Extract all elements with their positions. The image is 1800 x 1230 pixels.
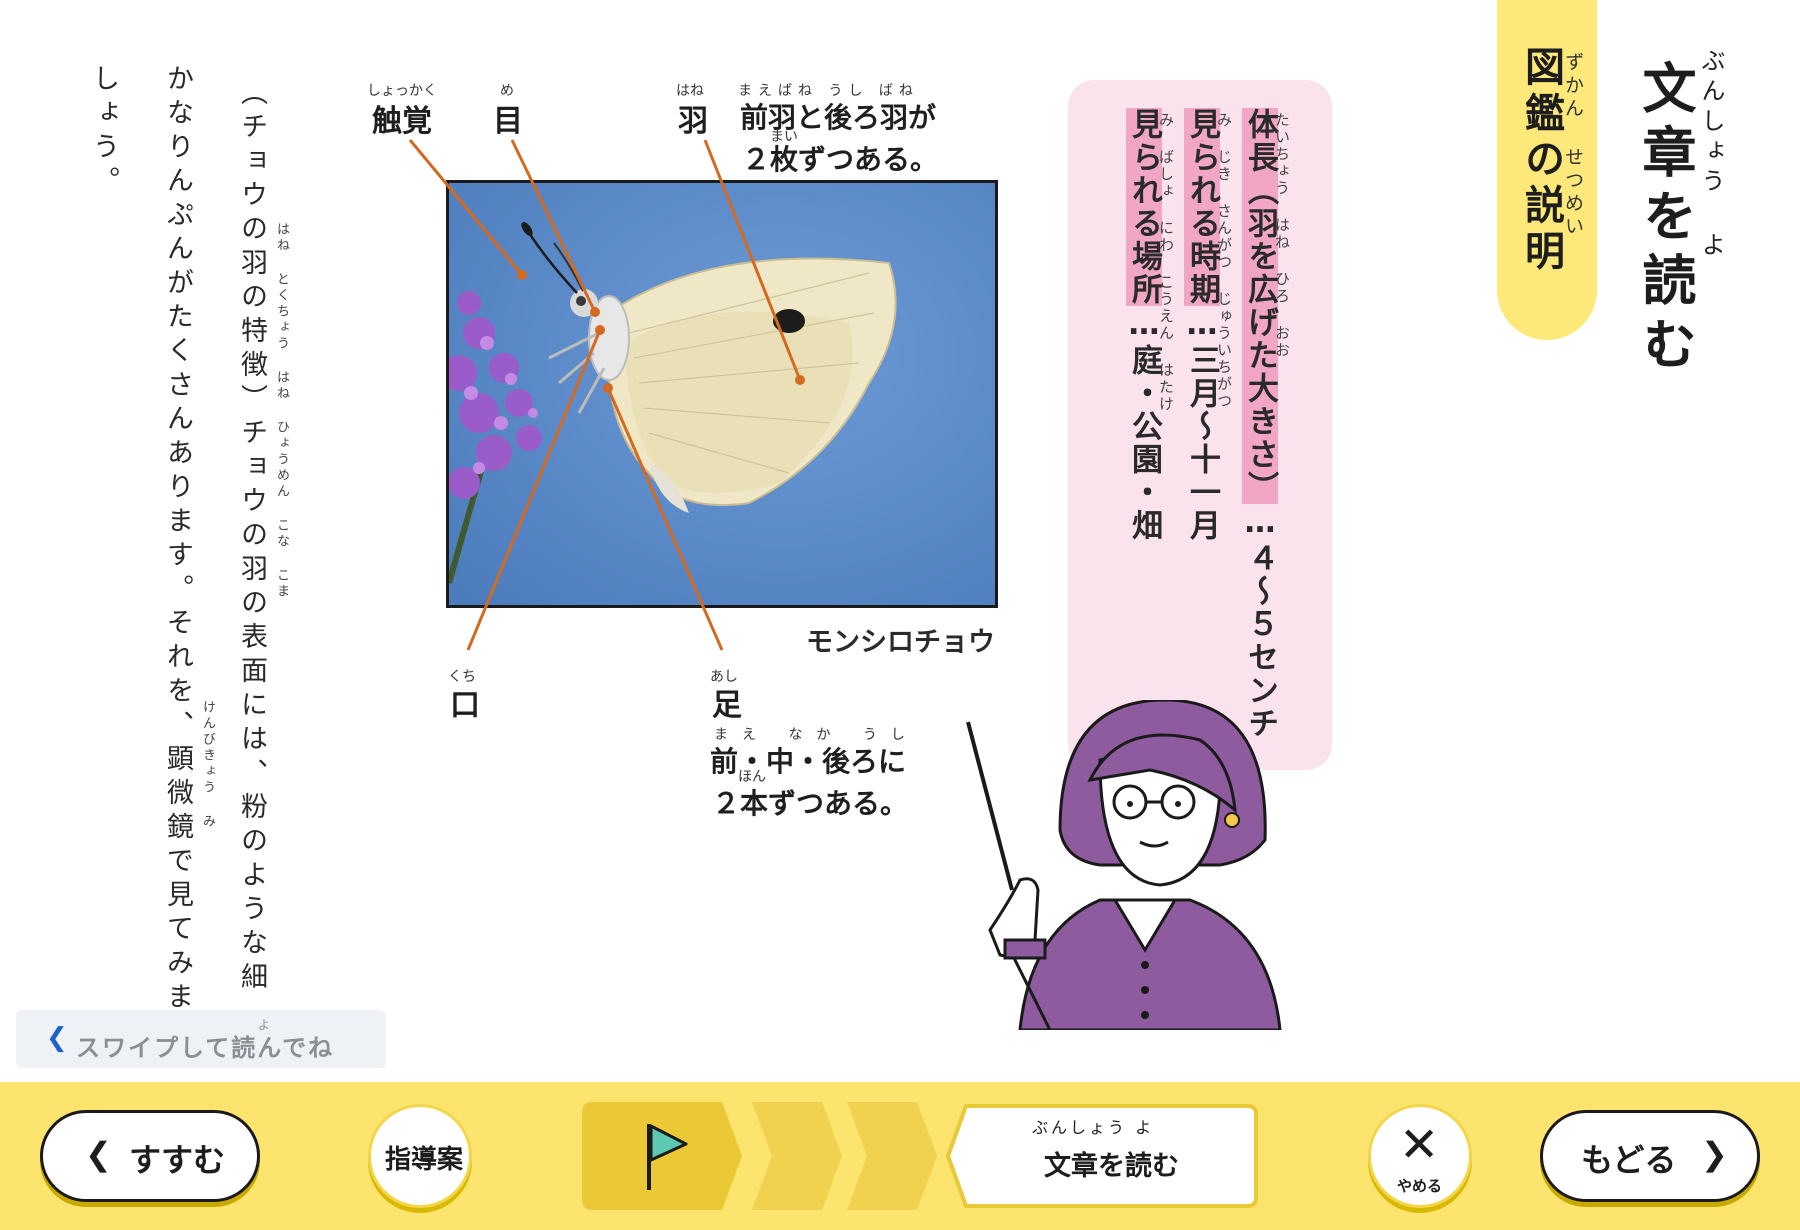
page-title: 文章を読む	[1633, 60, 1696, 380]
body-text-line-3: しょう。	[88, 64, 119, 200]
body-text-line-2-ruby: けんびきょう み	[200, 700, 215, 830]
chevron-right-icon: ❯	[1701, 1135, 1728, 1173]
photo-caption: モンシロチョウ	[806, 627, 995, 658]
label-wing-desc-2: ２枚ずつある。	[742, 143, 939, 176]
butterfly-illustration	[449, 183, 995, 605]
label-antenna: 触覚	[372, 104, 432, 139]
quit-button[interactable]: ✕ やめる	[1368, 1104, 1472, 1208]
swipe-hint: ❮ よ スワイプして読んでね	[16, 1010, 386, 1068]
current-step: ぶんしょう よ 文章を読む	[944, 1102, 1260, 1210]
step-3	[847, 1102, 937, 1210]
body-text-line-1: （チョウの羽の特徴）チョウの羽の表面には、粉のような細	[236, 78, 267, 996]
butterfly-photo	[446, 180, 998, 608]
swipe-hint-text: スワイプして読んでね	[76, 1034, 335, 1062]
close-icon: ✕	[1399, 1117, 1440, 1173]
guide-button[interactable]: 指導案	[368, 1104, 472, 1208]
page-title-ruby: ぶんしょう よ	[1697, 48, 1725, 262]
back-button-label: もどる	[1581, 1141, 1677, 1179]
label-leg: 足	[712, 688, 742, 723]
label-leg-desc-2: ２本ずつある。	[712, 787, 909, 820]
page: 文章を読む ぶんしょう よ 図鑑の説明 ずかん せつめい 体長（羽を広げた大きさ…	[0, 0, 1800, 1080]
info-place-ruby: み ばしょ にわ こうえん はたけ	[1157, 112, 1175, 413]
back-button[interactable]: もどる ❯	[1540, 1110, 1760, 1202]
chevron-left-icon: ❮	[85, 1135, 112, 1173]
chevron-left-icon: ❮	[46, 1023, 68, 1053]
label-wing: 羽	[678, 104, 708, 139]
teacher-illustration	[966, 700, 1282, 1030]
section-tab-ruby: ずかん せつめい	[1562, 52, 1584, 239]
step-2	[752, 1102, 842, 1210]
bottom-bar: ❮ すすむ 指導案 ぶんしょう よ 文章を読む ✕ やめる もどる ❯	[0, 1082, 1800, 1230]
current-step-label: 文章を読む	[1044, 1151, 1179, 1182]
info-season-ruby: み じき さんがつ じゅういちがつ	[1215, 112, 1233, 410]
label-mouth: 口	[450, 688, 480, 723]
label-eye: 目	[493, 104, 523, 139]
body-text-line-1-ruby: はね とくちょう はね ひょうめん こな こま	[274, 222, 289, 600]
progress-steps	[582, 1102, 937, 1210]
guide-button-label: 指導案	[385, 1145, 464, 1175]
next-button[interactable]: ❮ すすむ	[40, 1110, 260, 1202]
next-button-label: すすむ	[129, 1141, 226, 1179]
body-text-line-2: かなりんぷんがたくさんあります。それを、顕微鏡で見てみま	[162, 64, 193, 1016]
current-step-ruby: ぶんしょう よ	[1032, 1118, 1155, 1137]
info-body-length-ruby: たいちょう はね ひろ おお	[1273, 112, 1291, 359]
quit-button-label: やめる	[1397, 1177, 1443, 1195]
